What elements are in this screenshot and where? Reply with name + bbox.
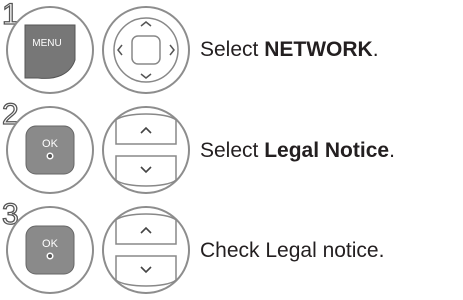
step-3: 3 OK Check Legal notice. [0,199,463,300]
instr-prefix: Check Legal notice. [200,239,385,262]
nav-pad-icon[interactable] [113,17,179,83]
step-2-buttons: OK [6,106,190,194]
instr-prefix: Select [200,38,265,61]
instr-prefix: Select [200,139,265,162]
ok-key-label: OK [42,138,59,150]
instr-bold: Legal Notice [264,139,390,162]
ok-key-label: OK [42,238,59,250]
ok-key[interactable]: OK [25,125,75,175]
menu-key-label: MENU [32,38,61,49]
step-2: 2 OK Select Legal Notice. [0,99,463,200]
instr-bold: NETWORK [264,38,373,61]
step-3-instruction: Check Legal notice. [200,238,384,264]
step-1-instruction: Select NETWORK. [200,37,379,63]
ok-key[interactable]: OK [25,225,75,275]
instr-suffix: . [389,139,395,162]
menu-key[interactable]: MENU [24,24,76,79]
step-3-buttons: OK [6,206,190,294]
step-1-buttons: MENU [6,6,190,94]
step-2-instruction: Select Legal Notice. [200,138,395,164]
step-1: 1 MENU Select NETWORK. [0,0,463,100]
instr-suffix: . [372,38,379,61]
